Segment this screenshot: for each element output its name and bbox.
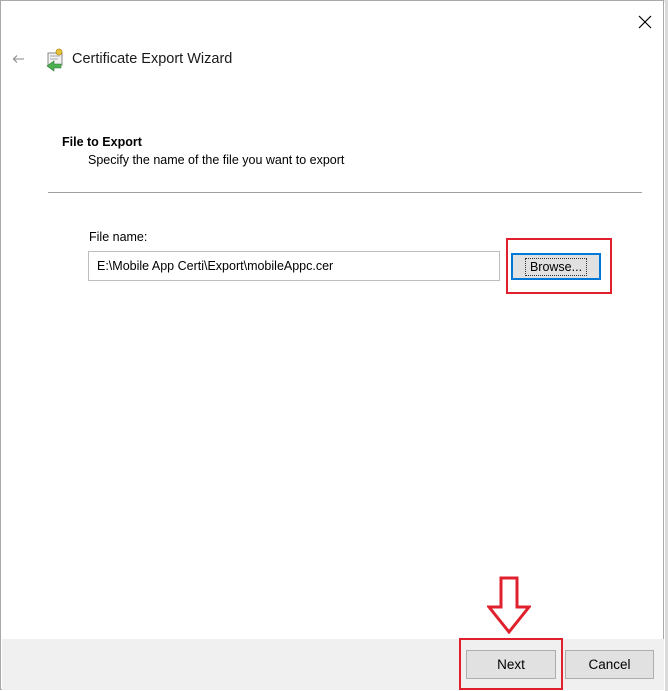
cancel-button[interactable]: Cancel [565, 650, 654, 679]
file-name-label: File name: [89, 230, 148, 244]
browse-button[interactable]: Browse... [511, 253, 601, 280]
wizard-title: Certificate Export Wizard [72, 51, 233, 67]
back-arrow-icon [12, 55, 24, 63]
close-button[interactable] [627, 7, 663, 37]
close-icon [638, 15, 652, 29]
section-description: Specify the name of the file you want to… [88, 153, 345, 167]
section-title: File to Export [62, 135, 142, 149]
back-button[interactable] [7, 47, 29, 71]
next-button[interactable]: Next [466, 650, 556, 679]
file-name-input[interactable] [88, 251, 500, 281]
wizard-dialog: Certificate Export Wizard File to Export… [0, 0, 664, 690]
browse-button-label: Browse... [524, 257, 588, 276]
header-divider [48, 192, 642, 193]
down-arrow-icon [487, 576, 531, 634]
certificate-wizard-icon [46, 48, 63, 72]
